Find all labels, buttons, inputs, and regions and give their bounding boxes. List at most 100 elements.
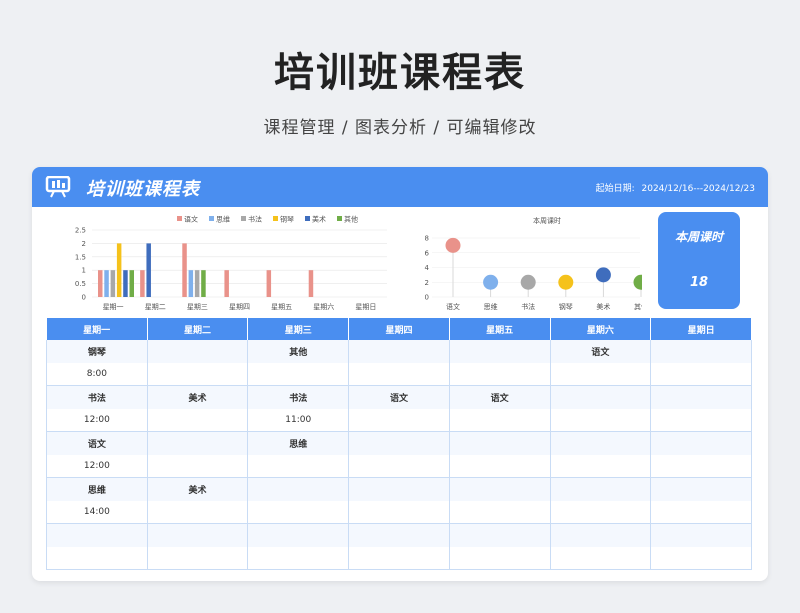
card-title: 培训班课程表: [86, 179, 200, 200]
subject-cell[interactable]: 美术: [147, 477, 249, 501]
subject-cell[interactable]: [550, 523, 652, 547]
subject-cell[interactable]: 语文: [449, 385, 551, 409]
table-row: 12:00: [46, 455, 752, 478]
x-tick-label: 其他: [634, 302, 642, 311]
bar: [201, 270, 206, 297]
subject-cell[interactable]: [348, 477, 450, 501]
day-header: 星期一: [46, 318, 148, 340]
subject-cell[interactable]: [46, 523, 148, 547]
subject-cell[interactable]: [449, 431, 551, 455]
time-cell[interactable]: 12:00: [46, 455, 148, 478]
legend-swatch: [337, 216, 342, 221]
weekly-hours-dot-chart: 本周课时 0 2 4 6 8 语文 思维 书法 钢琴 美术 其他: [425, 216, 642, 311]
day-header: 星期四: [348, 318, 450, 340]
time-cell[interactable]: [247, 501, 350, 524]
chart-title: 本周课时: [533, 216, 561, 225]
table-row: [46, 547, 752, 570]
subject-cell[interactable]: 钢琴: [46, 340, 148, 363]
subject-cell[interactable]: 语文: [348, 385, 450, 409]
time-cell[interactable]: 14:00: [46, 501, 148, 524]
time-cell[interactable]: [147, 547, 249, 570]
subject-cell[interactable]: [650, 477, 752, 501]
time-cell[interactable]: [348, 547, 450, 570]
subject-cell[interactable]: [147, 340, 249, 363]
subject-cell[interactable]: [650, 385, 752, 409]
subject-cell[interactable]: [650, 523, 752, 547]
bar: [308, 270, 314, 297]
subject-cell[interactable]: 书法: [46, 385, 148, 409]
time-cell[interactable]: [348, 501, 450, 524]
subject-cell[interactable]: [147, 523, 249, 547]
subject-cell[interactable]: 思维: [46, 477, 148, 501]
subject-cell[interactable]: [247, 477, 350, 501]
subject-cell[interactable]: [348, 523, 450, 547]
subject-cell[interactable]: [247, 523, 350, 547]
time-cell[interactable]: [348, 363, 450, 386]
subject-cell[interactable]: 其他: [247, 340, 350, 363]
weekly-hours-kpi: 本周课时 18: [658, 212, 740, 309]
subject-cell[interactable]: [348, 340, 450, 363]
table-row: 14:00: [46, 501, 752, 524]
time-cell[interactable]: [247, 547, 350, 570]
subject-cell[interactable]: [449, 477, 551, 501]
time-cell[interactable]: [650, 455, 752, 478]
time-cell[interactable]: [46, 547, 148, 570]
time-cell[interactable]: [449, 409, 551, 432]
time-cell[interactable]: [449, 547, 551, 570]
subject-cell[interactable]: 语文: [46, 431, 148, 455]
time-cell[interactable]: [147, 501, 249, 524]
time-cell[interactable]: 8:00: [46, 363, 148, 386]
y-tick-label: 1.5: [75, 253, 86, 261]
schedule-table: 星期一 星期二 星期三 星期四 星期五 星期六 星期日 钢琴 其他 语文 8:00 书法…: [46, 318, 752, 570]
time-cell[interactable]: [449, 455, 551, 478]
time-cell[interactable]: 12:00: [46, 409, 148, 432]
time-cell[interactable]: [550, 363, 652, 386]
time-cell[interactable]: [650, 547, 752, 570]
legend-swatch: [209, 216, 214, 221]
time-cell[interactable]: [650, 409, 752, 432]
subject-cell[interactable]: [147, 431, 249, 455]
subject-cell[interactable]: [348, 431, 450, 455]
subject-cell[interactable]: [550, 431, 652, 455]
subject-cell[interactable]: 书法: [247, 385, 350, 409]
subject-cell[interactable]: [650, 340, 752, 363]
day-header: 星期六: [550, 318, 652, 340]
subject-cell[interactable]: [550, 477, 652, 501]
table-row: [46, 523, 752, 547]
time-cell[interactable]: [247, 363, 350, 386]
lollipop-point: [520, 274, 536, 290]
time-cell[interactable]: [550, 455, 652, 478]
time-cell[interactable]: [650, 501, 752, 524]
time-cell[interactable]: [348, 409, 450, 432]
subject-cell[interactable]: [550, 385, 652, 409]
y-tick-label: 0: [82, 294, 86, 302]
subject-cell[interactable]: [449, 340, 551, 363]
subject-cell[interactable]: 思维: [247, 431, 350, 455]
time-cell[interactable]: [247, 455, 350, 478]
time-cell[interactable]: [550, 409, 652, 432]
time-cell[interactable]: [147, 409, 249, 432]
time-cell[interactable]: 11:00: [247, 409, 350, 432]
time-cell[interactable]: [147, 363, 249, 386]
legend-swatch: [273, 216, 278, 221]
subject-cell[interactable]: 语文: [550, 340, 652, 363]
time-cell[interactable]: [147, 455, 249, 478]
date-value: 2024/12/16---2024/12/23: [641, 184, 756, 194]
lollipop-point: [633, 274, 642, 290]
x-tick-label: 星期六: [313, 302, 334, 311]
time-cell[interactable]: [449, 501, 551, 524]
subject-cell[interactable]: [650, 431, 752, 455]
table-row: 思维 美术: [46, 477, 752, 501]
subject-cell[interactable]: [449, 523, 551, 547]
subject-cell[interactable]: 美术: [147, 385, 249, 409]
time-cell[interactable]: [348, 455, 450, 478]
bar: [123, 270, 128, 297]
x-tick-label: 语文: [446, 302, 460, 311]
kpi-value: 18: [689, 275, 709, 290]
time-cell[interactable]: [550, 501, 652, 524]
time-cell[interactable]: [550, 547, 652, 570]
time-cell[interactable]: [449, 363, 551, 386]
time-cell[interactable]: [650, 363, 752, 386]
kpi-label: 本周课时: [674, 230, 723, 244]
bar: [140, 270, 145, 297]
